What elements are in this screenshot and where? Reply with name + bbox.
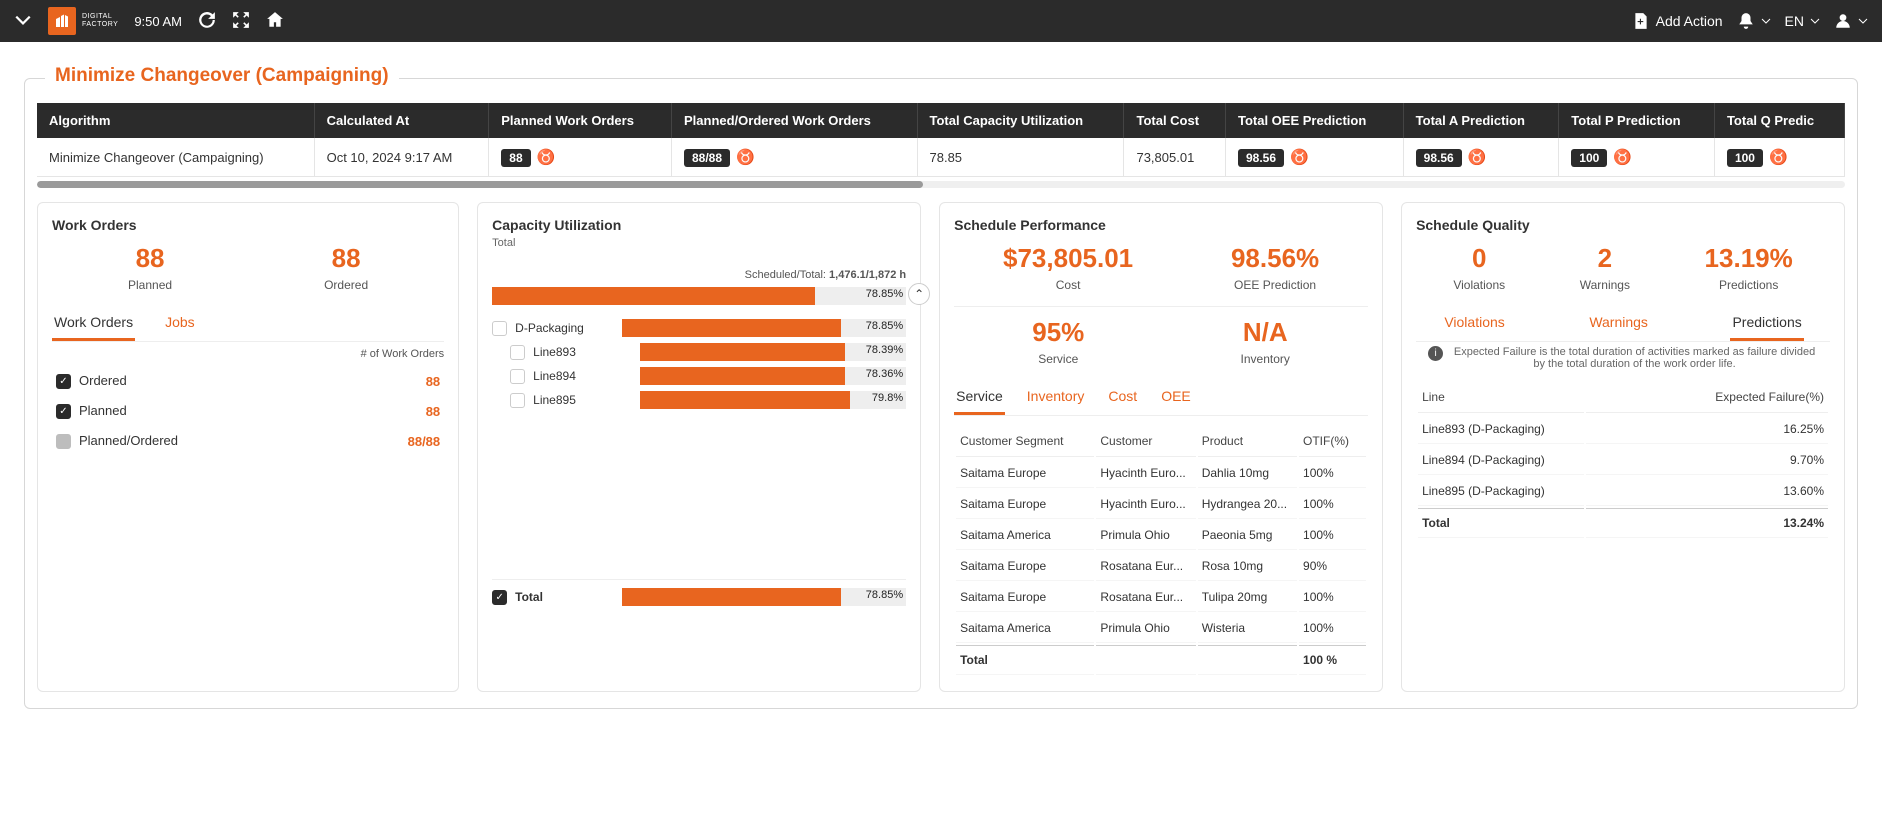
section-title: Minimize Changeover (Campaigning) — [45, 65, 399, 87]
work-orders-card: Work Orders 88Planned 88Ordered Work Ord… — [37, 202, 459, 692]
table-scrollbar[interactable] — [37, 181, 1845, 188]
tab-oee[interactable]: OEE — [1159, 380, 1193, 415]
card-title: Schedule Performance — [954, 217, 1368, 233]
oee-value: 98.56% — [1231, 243, 1319, 274]
table-row[interactable]: Line893 (D-Packaging)16.25% — [1418, 415, 1828, 444]
predictions-table: Line Expected Failure(%) Line893 (D-Pack… — [1416, 380, 1830, 540]
ordered-value: 88 — [324, 243, 368, 274]
notifications-icon[interactable] — [1737, 12, 1771, 30]
tab-jobs[interactable]: Jobs — [163, 306, 197, 341]
tab-inventory[interactable]: Inventory — [1025, 380, 1087, 415]
predictions-value: 13.19% — [1705, 243, 1793, 274]
info-icon: i — [1428, 346, 1443, 361]
algorithm-table: Algorithm Calculated At Planned Work Ord… — [37, 103, 1845, 177]
card-title: Schedule Quality — [1416, 217, 1830, 233]
top-bar: DIGITALFACTORY 9:50 AM Add Action EN — [0, 0, 1882, 42]
inventory-value: N/A — [1241, 317, 1290, 348]
help-text: i Expected Failure is the total duration… — [1428, 346, 1818, 370]
table-row[interactable]: Saitama EuropeHyacinth Euro...Dahlia 10m… — [956, 459, 1366, 488]
tab-service[interactable]: Service — [954, 380, 1005, 415]
bar-row[interactable]: Line89579.8% — [492, 391, 906, 409]
bar-row[interactable]: Line89478.36% — [492, 367, 906, 385]
tab-work-orders[interactable]: Work Orders — [52, 306, 135, 341]
tab-warnings[interactable]: Warnings — [1587, 306, 1650, 341]
cost-value: $73,805.01 — [1003, 243, 1133, 274]
collapse-chevron-icon[interactable] — [14, 11, 32, 32]
service-table: Customer Segment Customer Product OTIF(%… — [954, 424, 1368, 677]
language-selector[interactable]: EN — [1785, 13, 1820, 29]
list-item[interactable]: Planned/Ordered88/88 — [52, 426, 444, 456]
table-row[interactable]: Saitama AmericaPrimula OhioWisteria100% — [956, 614, 1366, 643]
quality-card: Schedule Quality 0 Violations 2 Warnings 1… — [1401, 202, 1845, 692]
add-action-button[interactable]: Add Action — [1632, 12, 1723, 30]
violations-value: 0 — [1453, 243, 1505, 274]
collapse-chevron-icon[interactable]: ⌃ — [908, 283, 930, 305]
home-icon[interactable] — [266, 11, 284, 32]
table-row[interactable]: Minimize Changeover (Campaigning) Oct 10… — [37, 138, 1845, 177]
list-item[interactable]: ✓Planned88 — [52, 396, 444, 426]
bar-row[interactable]: Line89378.39% — [492, 343, 906, 361]
card-title: Work Orders — [52, 217, 444, 233]
algorithm-section: Minimize Changeover (Campaigning) Algori… — [24, 78, 1858, 709]
table-row[interactable]: Line895 (D-Packaging)13.60% — [1418, 477, 1828, 506]
table-row[interactable]: Saitama AmericaPrimula OhioPaeonia 5mg10… — [956, 521, 1366, 550]
tab-cost[interactable]: Cost — [1106, 380, 1139, 415]
user-menu[interactable] — [1834, 12, 1868, 30]
bar-row[interactable]: D-Packaging78.85% — [492, 319, 906, 337]
tab-predictions[interactable]: Predictions — [1730, 306, 1803, 341]
card-title: Capacity Utilization — [492, 217, 906, 233]
capacity-card: Capacity Utilization Total Scheduled/Tot… — [477, 202, 921, 692]
warnings-value: 2 — [1580, 243, 1630, 274]
table-row[interactable]: Saitama EuropeHyacinth Euro...Hydrangea … — [956, 490, 1366, 519]
service-value: 95% — [1032, 317, 1084, 348]
brand-logo — [48, 7, 76, 35]
fullscreen-icon[interactable] — [232, 11, 250, 32]
tab-violations[interactable]: Violations — [1442, 306, 1506, 341]
planned-value: 88 — [128, 243, 172, 274]
bar-row-total: ✓Total78.85% — [492, 588, 906, 606]
performance-card: Schedule Performance $73,805.01 Cost 98.5… — [939, 202, 1383, 692]
clock: 9:50 AM — [134, 14, 182, 29]
table-row[interactable]: Saitama EuropeRosatana Eur...Tulipa 20mg… — [956, 583, 1366, 612]
list-item[interactable]: ✓Ordered88 — [52, 366, 444, 396]
brand-text: DIGITALFACTORY — [82, 13, 118, 29]
refresh-icon[interactable] — [198, 11, 216, 32]
table-row[interactable]: Line894 (D-Packaging)9.70% — [1418, 446, 1828, 475]
table-row[interactable]: Saitama EuropeRosatana Eur...Rosa 10mg90… — [956, 552, 1366, 581]
